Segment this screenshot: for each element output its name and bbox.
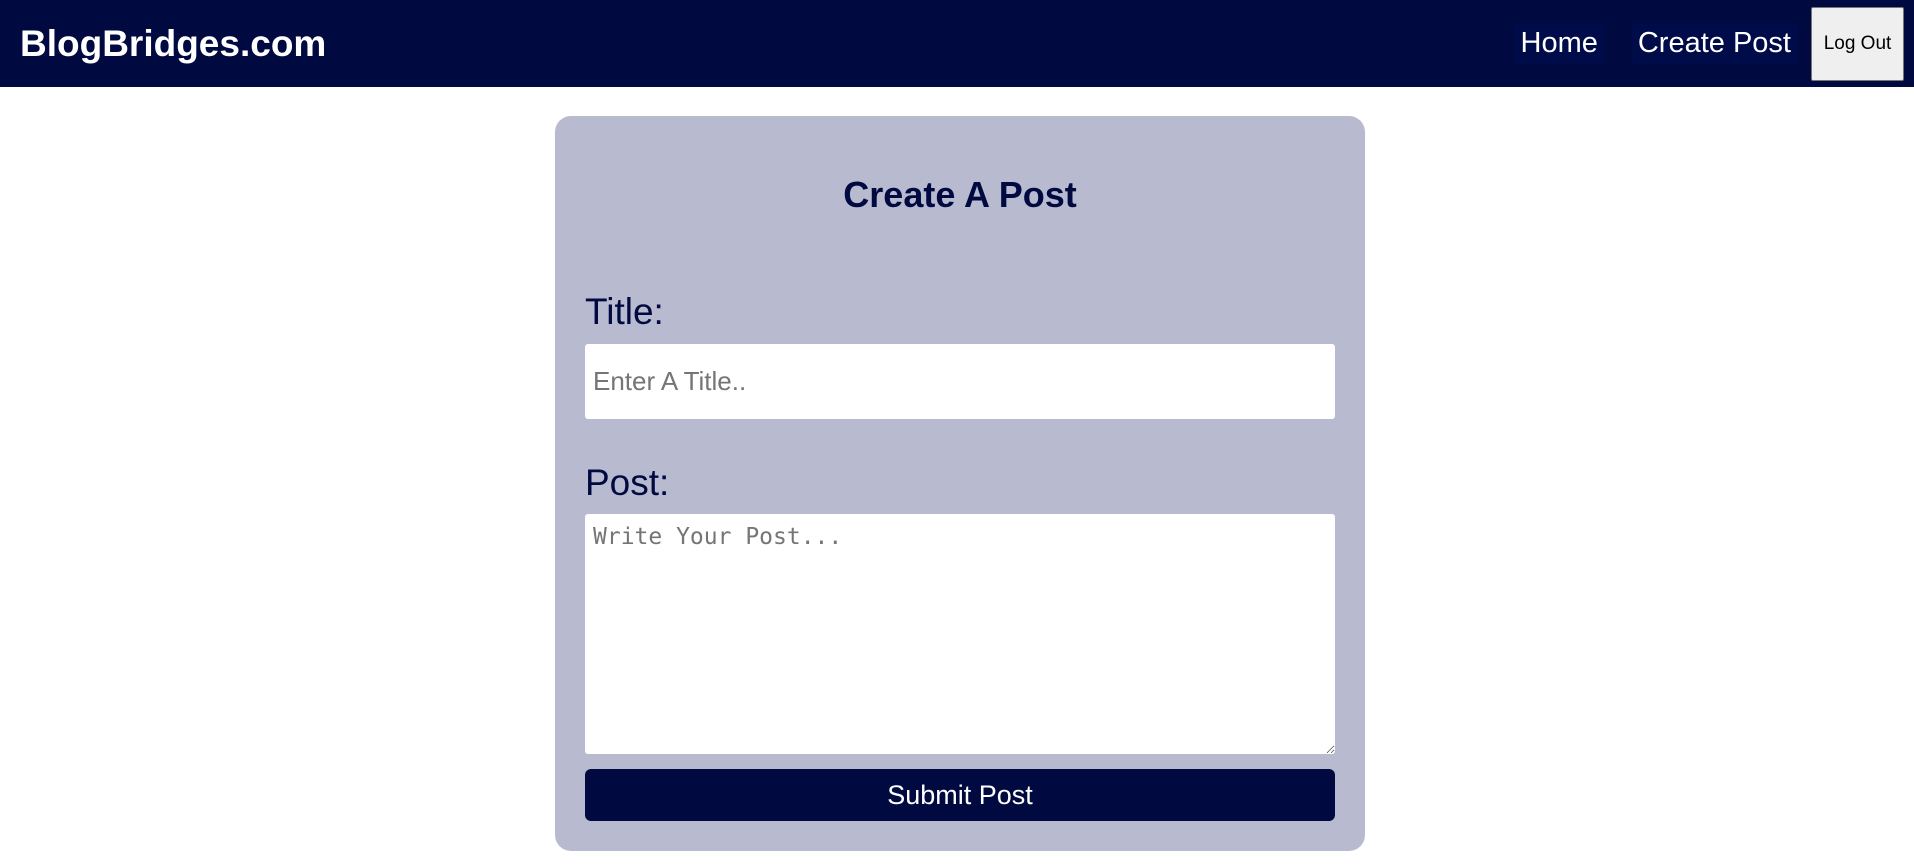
post-label: Post: xyxy=(585,462,670,503)
logout-button[interactable]: Log Out xyxy=(1811,6,1904,81)
nav-links: Home Create Post Log Out xyxy=(1514,0,1914,87)
nav-link-home[interactable]: Home xyxy=(1514,23,1604,64)
post-textarea[interactable] xyxy=(585,514,1335,754)
page-title: Create A Post xyxy=(843,174,1077,215)
nav-link-create-post[interactable]: Create Post xyxy=(1631,23,1797,64)
submit-post-button[interactable]: Submit Post xyxy=(585,769,1335,821)
navbar: BlogBridges.com Home Create Post Log Out xyxy=(0,0,1914,87)
title-input[interactable] xyxy=(585,344,1335,419)
site-brand[interactable]: BlogBridges.com xyxy=(20,23,326,65)
title-label: Title: xyxy=(585,291,664,332)
